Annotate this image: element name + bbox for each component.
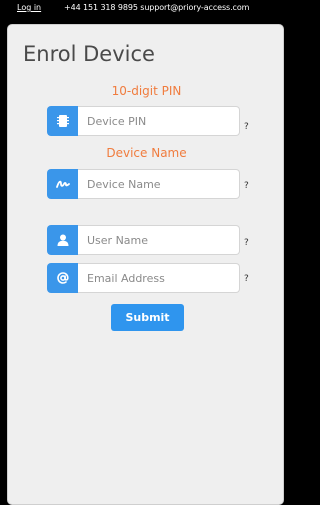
device-pin-field bbox=[47, 106, 240, 136]
contact-info: +44 151 318 9895 support@priory-access.c… bbox=[64, 3, 250, 12]
login-link[interactable]: Log in bbox=[17, 3, 41, 12]
user-name-field bbox=[47, 225, 240, 255]
device-pin-help[interactable]: ? bbox=[244, 122, 249, 132]
enrol-device-panel: Enrol Device 10-digit PIN ? Device Name … bbox=[7, 24, 284, 505]
device-name-input[interactable] bbox=[78, 169, 240, 199]
email-address-input[interactable] bbox=[78, 263, 240, 293]
device-pin-input[interactable] bbox=[78, 106, 240, 136]
email-address-help[interactable]: ? bbox=[244, 274, 249, 284]
device-name-field bbox=[47, 169, 240, 199]
user-name-input[interactable] bbox=[78, 225, 240, 255]
submit-button[interactable]: Submit bbox=[111, 304, 184, 331]
device-name-section-label: Device Name bbox=[106, 146, 187, 160]
device-name-help[interactable]: ? bbox=[244, 181, 249, 191]
user-name-help[interactable]: ? bbox=[244, 238, 249, 248]
page-title: Enrol Device bbox=[23, 42, 155, 66]
top-bar: Log in +44 151 318 9895 support@priory-a… bbox=[0, 0, 285, 26]
at-icon bbox=[47, 263, 78, 293]
signature-icon bbox=[47, 169, 78, 199]
user-icon bbox=[47, 225, 78, 255]
email-address-field bbox=[47, 263, 240, 293]
pin-section-label: 10-digit PIN bbox=[111, 84, 182, 98]
chip-icon bbox=[47, 106, 78, 136]
